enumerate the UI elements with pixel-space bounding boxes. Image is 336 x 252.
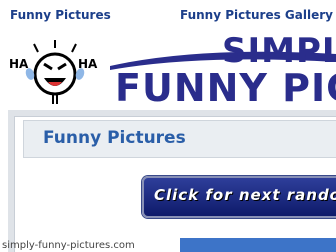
source-watermark: simply-funny-pictures.com [2,240,135,251]
logo-ha-left: HA [9,57,29,71]
next-random-button-label: Click for next random [154,186,336,204]
top-nav: Funny Pictures Funny Pictures Gallery [0,0,336,30]
image-frame-top [180,238,336,252]
nav-link-funny-pictures-gallery[interactable]: Funny Pictures Gallery [180,8,333,22]
banner-title-line2: FUNNY PICTURES [115,66,336,108]
laughing-face-logo[interactable]: HA HA [8,34,102,106]
next-random-button[interactable]: Click for next random [142,176,336,218]
banner-title-line1: SIMPLY [222,31,336,71]
nav-link-funny-pictures[interactable]: Funny Pictures [10,8,111,22]
logo-ha-right: HA [78,57,98,71]
page-title: Funny Pictures [43,128,186,148]
page: Funny Pictures Funny Pictures Gallery HA… [0,0,336,252]
site-banner: HA HA SIMPLY FUNNY PICTURES [0,30,336,108]
